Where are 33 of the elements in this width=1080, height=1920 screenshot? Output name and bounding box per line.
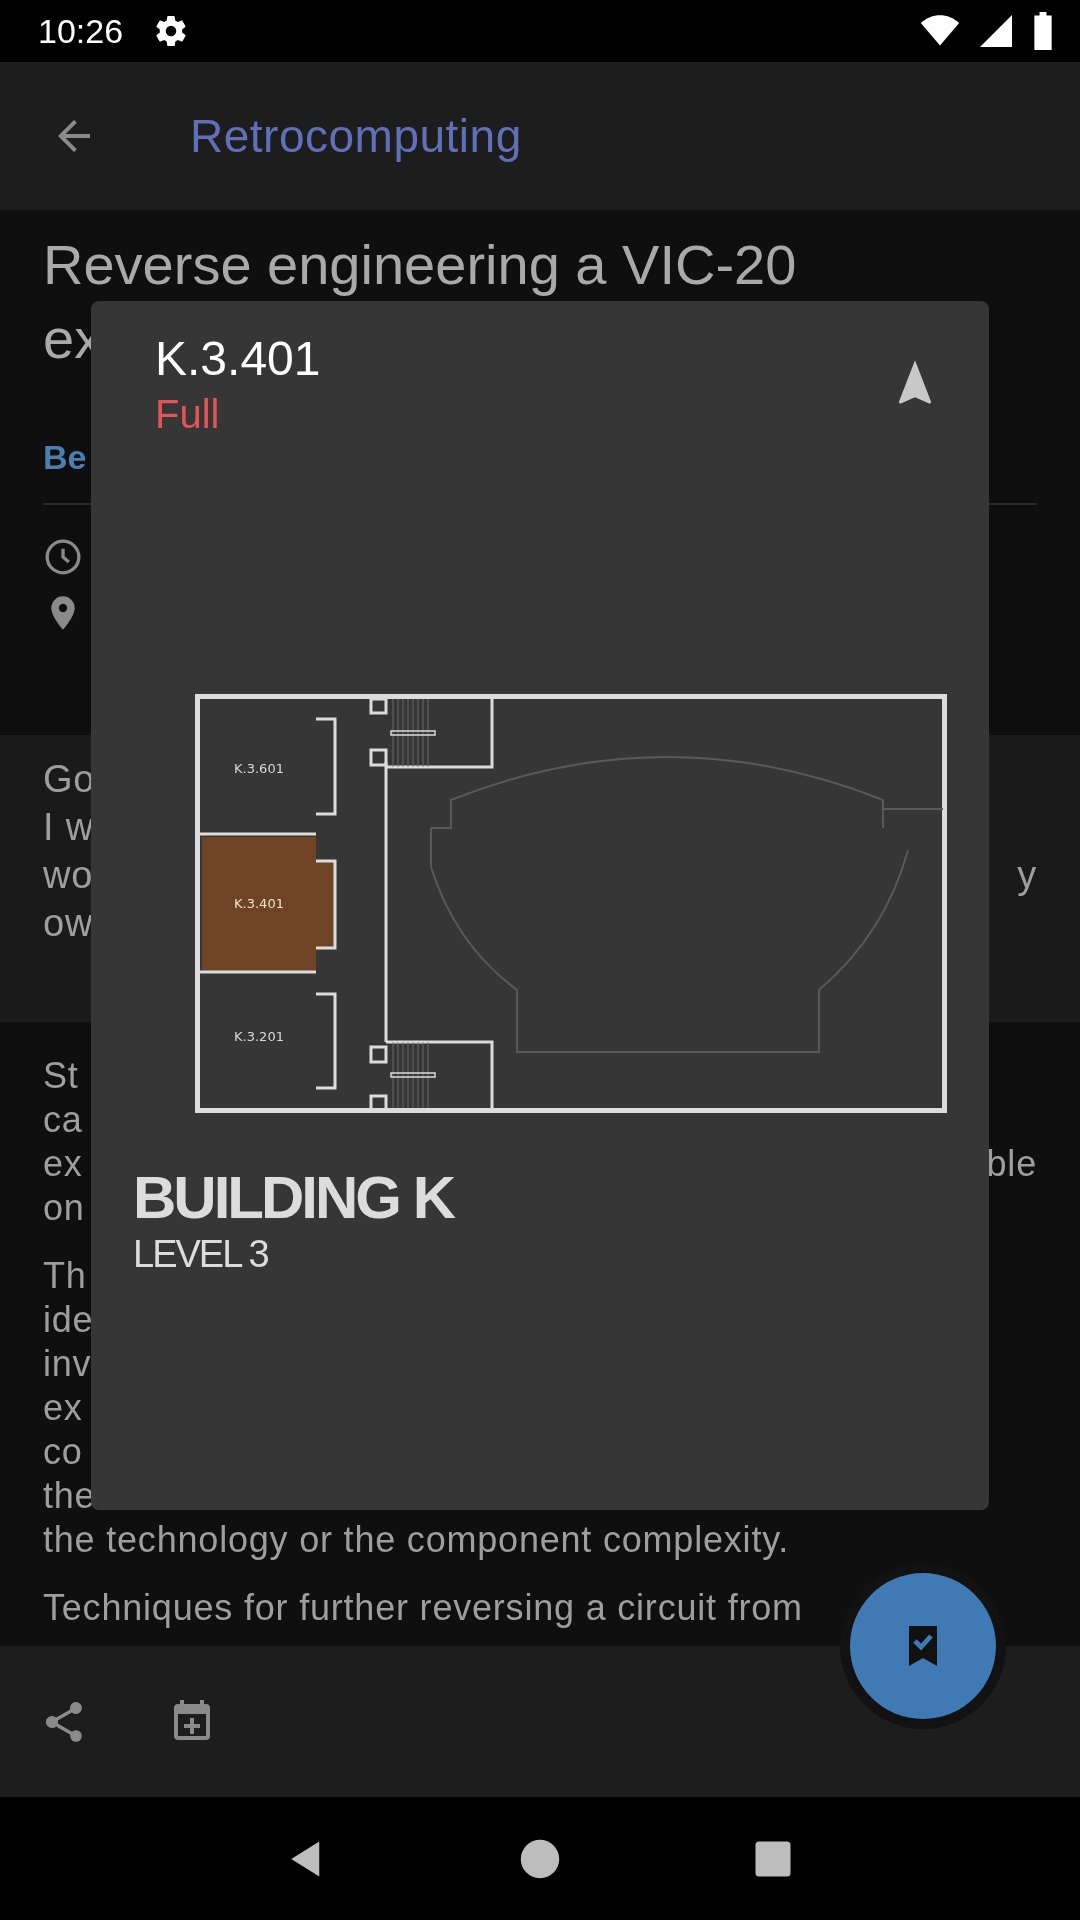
room-status: Full: [155, 391, 221, 438]
text-fragment: ex: [43, 1142, 83, 1186]
text-fragment: Techniques for further reversing a circuit from: [43, 1586, 803, 1630]
clock-icon: [43, 537, 83, 577]
room-label: K.3.601: [234, 761, 284, 776]
text-fragment: wo: [43, 853, 94, 898]
text-fragment: co: [43, 1430, 83, 1474]
text-fragment: ex: [43, 1386, 83, 1430]
text-fragment: ca: [43, 1098, 83, 1142]
text-fragment: the technology or the component complexity.: [43, 1518, 790, 1562]
app-bar-title: Retrocomputing: [190, 109, 522, 163]
speaker-link[interactable]: Be: [43, 438, 87, 477]
building-name: BUILDING K: [133, 1165, 455, 1231]
wifi-icon: [920, 15, 960, 47]
text-fragment: Go: [43, 757, 96, 802]
text-fragment: inv: [43, 1342, 92, 1386]
text-fragment: I w: [43, 805, 94, 850]
text-fragment: ow: [43, 901, 94, 946]
room-label: K.3.201: [234, 1029, 284, 1044]
session-title-text: Reverse engineering a VIC-20: [43, 232, 798, 298]
text-fragment: St: [43, 1054, 79, 1098]
text-fragment: ide: [43, 1298, 94, 1342]
room-label: K.3.401: [234, 896, 284, 911]
room-name: K.3.401: [155, 331, 321, 387]
text-fragment: on: [43, 1186, 85, 1230]
text-fragment: Th: [43, 1254, 87, 1298]
text-fragment: ble: [986, 1142, 1037, 1186]
status-time: 10:26: [38, 11, 124, 51]
text-fragment: y: [1017, 853, 1037, 898]
home-nav-icon[interactable]: [519, 1837, 561, 1880]
text-fragment: the: [43, 1474, 96, 1518]
battery-icon: [1032, 12, 1054, 50]
level-name: LEVEL 3: [133, 1232, 269, 1277]
